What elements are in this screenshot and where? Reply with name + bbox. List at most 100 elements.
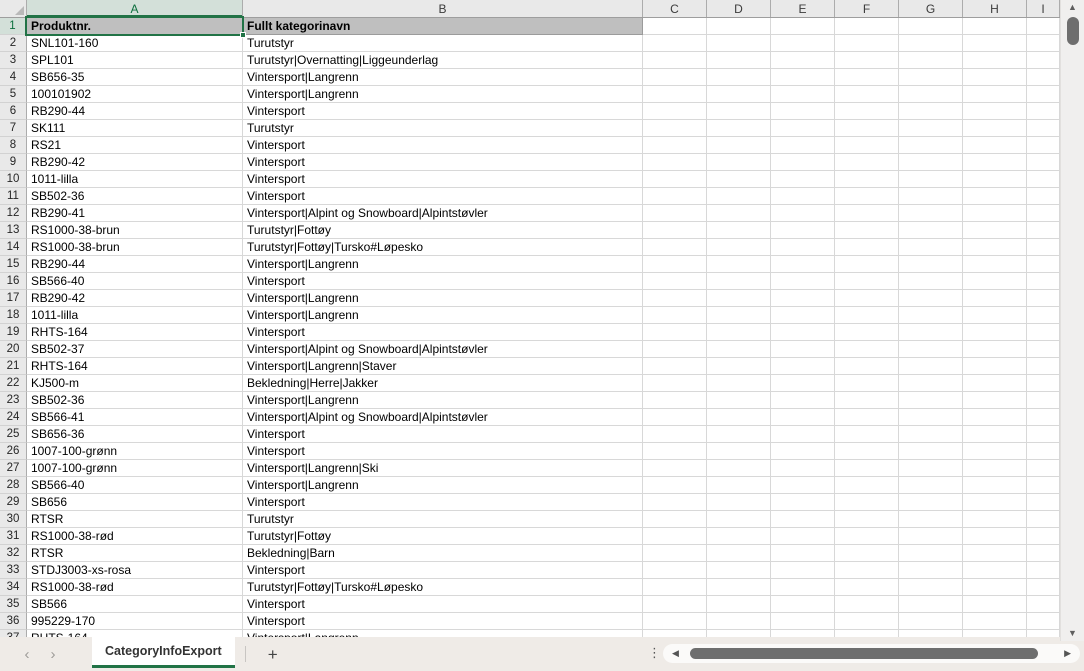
cell-E14[interactable] xyxy=(771,239,835,256)
cell-C35[interactable] xyxy=(643,596,707,613)
row-header-12[interactable]: 12 xyxy=(0,205,27,222)
cell-A27[interactable]: 1007-100-grønn xyxy=(27,460,243,477)
cell-E12[interactable] xyxy=(771,205,835,222)
cell-H4[interactable] xyxy=(963,69,1027,86)
cell-A6[interactable]: RB290-44 xyxy=(27,103,243,120)
cell-H16[interactable] xyxy=(963,273,1027,290)
cell-B22[interactable]: Bekledning|Herre|Jakker xyxy=(243,375,643,392)
cell-E10[interactable] xyxy=(771,171,835,188)
cell-B25[interactable]: Vintersport xyxy=(243,426,643,443)
cell-D15[interactable] xyxy=(707,256,771,273)
cell-C9[interactable] xyxy=(643,154,707,171)
cell-C3[interactable] xyxy=(643,52,707,69)
row-header-28[interactable]: 28 xyxy=(0,477,27,494)
cell-B6[interactable]: Vintersport xyxy=(243,103,643,120)
cell-D19[interactable] xyxy=(707,324,771,341)
cell-E37[interactable] xyxy=(771,630,835,637)
cell-H32[interactable] xyxy=(963,545,1027,562)
previous-sheet-icon[interactable]: ‹ xyxy=(14,646,40,663)
cell-G26[interactable] xyxy=(899,443,963,460)
cell-E29[interactable] xyxy=(771,494,835,511)
cell-C23[interactable] xyxy=(643,392,707,409)
row-header-30[interactable]: 30 xyxy=(0,511,27,528)
cell-H28[interactable] xyxy=(963,477,1027,494)
row-header-36[interactable]: 36 xyxy=(0,613,27,630)
cell-I9[interactable] xyxy=(1027,154,1060,171)
cell-H37[interactable] xyxy=(963,630,1027,637)
cell-E17[interactable] xyxy=(771,290,835,307)
cell-C6[interactable] xyxy=(643,103,707,120)
cell-A29[interactable]: SB656 xyxy=(27,494,243,511)
cell-E8[interactable] xyxy=(771,137,835,154)
cell-F15[interactable] xyxy=(835,256,899,273)
cell-E31[interactable] xyxy=(771,528,835,545)
cell-B24[interactable]: Vintersport|Alpint og Snowboard|Alpintst… xyxy=(243,409,643,426)
row-header-18[interactable]: 18 xyxy=(0,307,27,324)
select-all-corner-icon[interactable] xyxy=(0,0,27,17)
cell-G18[interactable] xyxy=(899,307,963,324)
cell-A20[interactable]: SB502-37 xyxy=(27,341,243,358)
cell-A24[interactable]: SB566-41 xyxy=(27,409,243,426)
cell-G17[interactable] xyxy=(899,290,963,307)
cell-C21[interactable] xyxy=(643,358,707,375)
cell-F19[interactable] xyxy=(835,324,899,341)
scroll-left-icon[interactable]: ◀ xyxy=(672,649,679,658)
cell-H22[interactable] xyxy=(963,375,1027,392)
cell-A35[interactable]: SB566 xyxy=(27,596,243,613)
scroll-up-icon[interactable]: ▲ xyxy=(1061,0,1084,14)
row-header-34[interactable]: 34 xyxy=(0,579,27,596)
cell-B18[interactable]: Vintersport|Langrenn xyxy=(243,307,643,324)
scroll-right-icon[interactable]: ▶ xyxy=(1064,649,1071,658)
cell-E36[interactable] xyxy=(771,613,835,630)
row-header-35[interactable]: 35 xyxy=(0,596,27,613)
cell-A18[interactable]: 1011-lilla xyxy=(27,307,243,324)
cell-G31[interactable] xyxy=(899,528,963,545)
column-header-I[interactable]: I xyxy=(1027,0,1060,17)
cell-G19[interactable] xyxy=(899,324,963,341)
cell-F27[interactable] xyxy=(835,460,899,477)
cell-I27[interactable] xyxy=(1027,460,1060,477)
cell-B9[interactable]: Vintersport xyxy=(243,154,643,171)
cell-D29[interactable] xyxy=(707,494,771,511)
cell-E27[interactable] xyxy=(771,460,835,477)
cell-E2[interactable] xyxy=(771,35,835,52)
cell-G25[interactable] xyxy=(899,426,963,443)
cell-G21[interactable] xyxy=(899,358,963,375)
cell-B11[interactable]: Vintersport xyxy=(243,188,643,205)
cell-G29[interactable] xyxy=(899,494,963,511)
cell-E28[interactable] xyxy=(771,477,835,494)
cell-D27[interactable] xyxy=(707,460,771,477)
cell-H18[interactable] xyxy=(963,307,1027,324)
cell-F32[interactable] xyxy=(835,545,899,562)
cell-F34[interactable] xyxy=(835,579,899,596)
cell-B28[interactable]: Vintersport|Langrenn xyxy=(243,477,643,494)
cell-A16[interactable]: SB566-40 xyxy=(27,273,243,290)
cell-A21[interactable]: RHTS-164 xyxy=(27,358,243,375)
cell-C17[interactable] xyxy=(643,290,707,307)
cell-E5[interactable] xyxy=(771,86,835,103)
cell-A17[interactable]: RB290-42 xyxy=(27,290,243,307)
cell-D12[interactable] xyxy=(707,205,771,222)
cell-H8[interactable] xyxy=(963,137,1027,154)
cell-H1[interactable] xyxy=(963,18,1027,35)
row-header-37[interactable]: 37 xyxy=(0,630,27,637)
cell-I20[interactable] xyxy=(1027,341,1060,358)
cell-C32[interactable] xyxy=(643,545,707,562)
row-header-5[interactable]: 5 xyxy=(0,86,27,103)
cell-I3[interactable] xyxy=(1027,52,1060,69)
cell-I16[interactable] xyxy=(1027,273,1060,290)
cell-B34[interactable]: Turutstyr|Fottøy|Tursko#Løpesko xyxy=(243,579,643,596)
cell-E18[interactable] xyxy=(771,307,835,324)
row-header-22[interactable]: 22 xyxy=(0,375,27,392)
cell-B4[interactable]: Vintersport|Langrenn xyxy=(243,69,643,86)
cell-B37[interactable]: Vintersport|Langrenn xyxy=(243,630,643,637)
cell-G37[interactable] xyxy=(899,630,963,637)
row-header-26[interactable]: 26 xyxy=(0,443,27,460)
cell-G36[interactable] xyxy=(899,613,963,630)
cell-D20[interactable] xyxy=(707,341,771,358)
cell-F1[interactable] xyxy=(835,18,899,35)
cell-B36[interactable]: Vintersport xyxy=(243,613,643,630)
cell-B17[interactable]: Vintersport|Langrenn xyxy=(243,290,643,307)
cell-C30[interactable] xyxy=(643,511,707,528)
cell-F2[interactable] xyxy=(835,35,899,52)
